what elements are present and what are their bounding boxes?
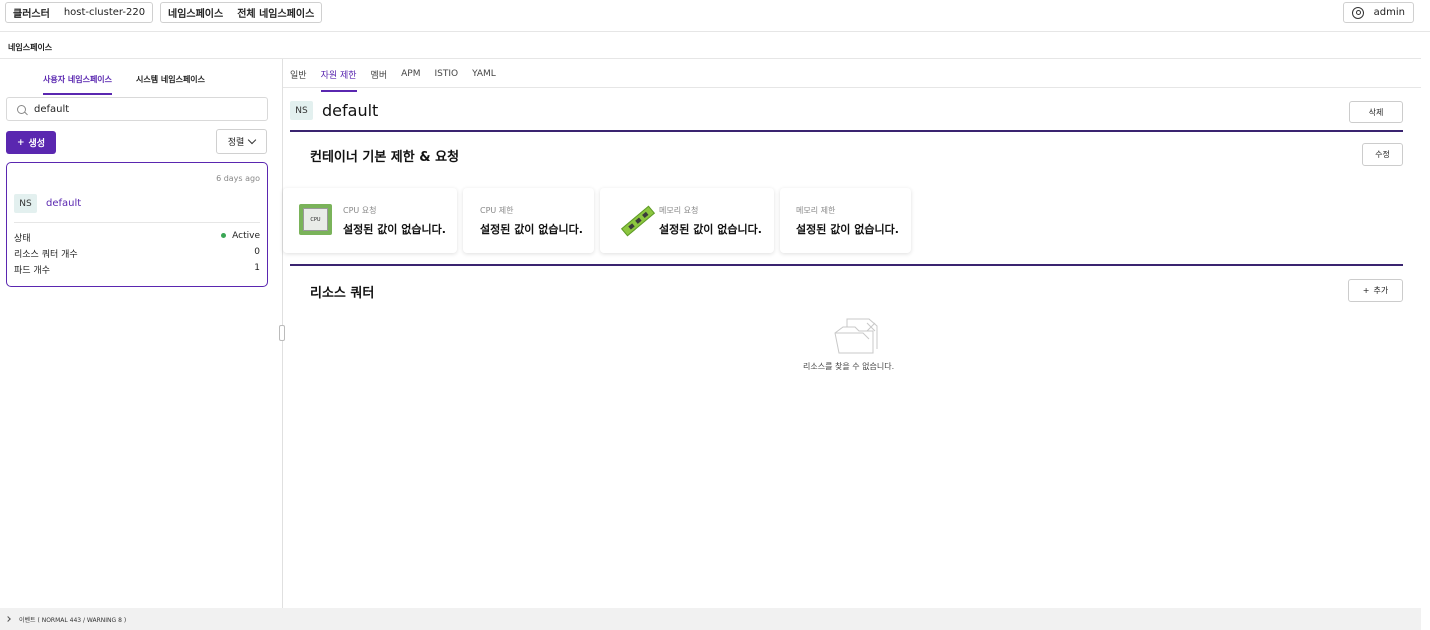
header-divider [0, 58, 1421, 59]
memory-limit-value: 설정된 값이 없습니다. [796, 223, 899, 236]
memory-request-card: 메모리 요청 설정된 값이 없습니다. [600, 188, 774, 253]
cpu-request-label: CPU 요청 [343, 206, 377, 215]
tab-resource-limits[interactable]: 자원 제한 [320, 68, 357, 92]
user-menu-button[interactable]: admin [1342, 2, 1414, 23]
pod-count-row: 파드 개수 1 [14, 263, 260, 276]
add-quota-button[interactable]: + 추가 [1348, 279, 1403, 302]
namespace-value: 전체 네임스페이스 [237, 9, 315, 20]
title-divider [290, 130, 1403, 132]
namespace-age: 6 days ago [216, 174, 260, 183]
cpu-chip-label: CPU [303, 208, 328, 231]
tabs-divider [283, 87, 1421, 88]
status-text: Active [232, 231, 260, 241]
sort-dropdown[interactable]: 정렬 [216, 129, 267, 154]
quota-count-value: 0 [254, 247, 260, 257]
namespace-selector[interactable]: 네임스페이스 전체 네임스페이스 [160, 2, 323, 23]
search-box [6, 97, 268, 121]
cluster-value: host-cluster-220 [63, 7, 146, 18]
status-row: 상태 Active [14, 231, 260, 244]
section-divider [290, 264, 1403, 266]
namespace-card-title: NS default [14, 194, 81, 213]
ns-badge: NS [14, 194, 37, 213]
tab-istio[interactable]: ISTIO [434, 69, 458, 79]
tab-system-namespaces[interactable]: 시스템 네임스페이스 [136, 74, 205, 85]
search-icon [17, 104, 26, 114]
status-dot-icon [221, 233, 227, 238]
tab-members[interactable]: 멤버 [371, 68, 388, 81]
memory-limit-label: 메모리 제한 [796, 206, 836, 215]
plus-icon: + [16, 137, 25, 148]
edit-button[interactable]: 수정 [1362, 143, 1403, 166]
card-divider [14, 222, 260, 223]
quota-count-row: 리소스 쿼터 개수 0 [14, 247, 260, 260]
chevron-down-icon [248, 135, 257, 145]
event-summary: 이벤트 ( NORMAL 443 / WARNING 8 ) [19, 616, 127, 624]
sort-label: 정렬 [227, 138, 245, 148]
detail-tabs: 일반 자원 제한 멤버 APM ISTIO YAML [290, 60, 496, 92]
cpu-chip-icon: CPU [299, 204, 332, 235]
cluster-selector[interactable]: 클러스터 host-cluster-220 [5, 2, 154, 23]
sidebar-tabs: 사용자 네임스페이스 시스템 네임스페이스 [0, 60, 282, 95]
ns-badge: NS [290, 101, 313, 120]
namespace-name[interactable]: default [46, 198, 81, 209]
delete-button[interactable]: 삭제 [1349, 101, 1403, 123]
memory-module-icon [620, 205, 656, 237]
limits-section-title: 컨테이너 기본 제한 & 요청 [310, 150, 460, 165]
cpu-limit-label: CPU 제한 [480, 206, 514, 215]
status-value: Active [221, 231, 260, 244]
tab-apm[interactable]: APM [401, 69, 420, 79]
top-bar: 클러스터 host-cluster-220 네임스페이스 전체 네임스페이스 a… [0, 0, 1430, 32]
cluster-label: 클러스터 [13, 9, 50, 20]
cpu-request-card: CPU CPU 요청 설정된 값이 없습니다. [283, 188, 457, 253]
namespace-title: default [322, 101, 379, 120]
tab-user-namespaces[interactable]: 사용자 네임스페이스 [43, 74, 113, 95]
quota-section-title: 리소스 쿼터 [310, 286, 375, 301]
create-label: 생성 [28, 139, 46, 149]
tab-general[interactable]: 일반 [290, 68, 307, 81]
chevron-right-icon [5, 616, 11, 622]
cpu-limit-card: CPU 제한 설정된 값이 없습니다. [463, 188, 594, 253]
empty-folder-icon [834, 318, 878, 354]
plus-icon: + [1362, 286, 1370, 295]
cpu-request-value: 설정된 값이 없습니다. [343, 223, 446, 236]
memory-limit-card: 메모리 제한 설정된 값이 없습니다. [780, 188, 911, 253]
cpu-limit-value: 설정된 값이 없습니다. [480, 223, 583, 236]
empty-state-text: 리소스를 찾을 수 없습니다. [803, 362, 895, 371]
memory-request-label: 메모리 요청 [659, 206, 699, 215]
pod-count-key: 파드 개수 [14, 266, 50, 276]
namespace-label: 네임스페이스 [168, 9, 224, 20]
create-button[interactable]: + 생성 [6, 131, 56, 154]
quota-count-key: 리소스 쿼터 개수 [14, 250, 78, 260]
status-key: 상태 [14, 234, 31, 244]
memory-request-value: 설정된 값이 없습니다. [659, 223, 762, 236]
namespace-card[interactable]: 6 days ago NS default 상태 Active 리소스 쿼터 개… [6, 162, 268, 287]
user-circle-icon [1351, 6, 1364, 19]
search-input[interactable] [34, 103, 234, 115]
page-title: 네임스페이스 [8, 43, 53, 52]
event-bar[interactable]: 이벤트 ( NORMAL 443 / WARNING 8 ) [0, 608, 1421, 630]
resize-handle[interactable] [279, 325, 285, 341]
pod-count-value: 1 [254, 263, 260, 273]
namespace-header: NS default [290, 101, 378, 120]
user-name: admin [1373, 7, 1405, 18]
tab-yaml[interactable]: YAML [472, 69, 496, 79]
add-label: 추가 [1373, 286, 1389, 295]
